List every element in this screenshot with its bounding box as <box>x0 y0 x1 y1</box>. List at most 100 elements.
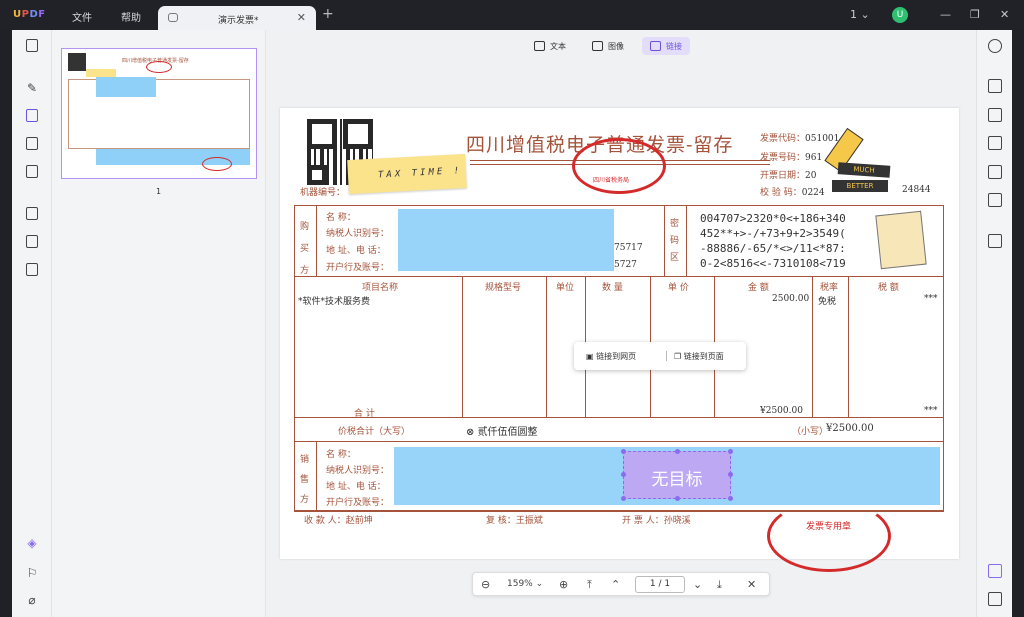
sticker[interactable]: MUCH BETTER <box>824 127 891 198</box>
app-window: ✎ ◈ ⚐ ⌀ 四川增值税电子普通发票-留存 1 文本 图像 链接 四川增值税电… <box>12 30 1012 617</box>
total-label: 合 计 <box>354 409 375 419</box>
menu-help[interactable]: 帮助 <box>121 9 141 24</box>
check-value-b: 24844 <box>902 185 931 195</box>
form-icon[interactable] <box>24 136 40 152</box>
title-bar: UPDF 文件 帮助 演示发票* ✕ + 1 ⌄ U — ❐ ✕ <box>0 0 1024 30</box>
email-icon[interactable] <box>988 193 1002 207</box>
redact-icon[interactable] <box>24 262 40 278</box>
seller-bank-label: 开户行及账号： <box>326 498 390 508</box>
protect-icon[interactable] <box>988 136 1002 150</box>
tax-stamp: 四川省税务局 <box>572 138 666 194</box>
convert-icon[interactable] <box>988 108 1002 122</box>
close-window-icon[interactable]: ✕ <box>1000 8 1009 21</box>
resize-handle[interactable] <box>675 449 680 454</box>
thumb-stamp <box>146 61 172 73</box>
fill-sign-icon[interactable] <box>24 164 40 180</box>
resize-handle[interactable] <box>621 472 626 477</box>
number-value: 961 <box>805 153 823 163</box>
share-icon[interactable] <box>988 165 1002 179</box>
buyer-taxid-label: 纳税人识别号： <box>326 229 390 239</box>
close-tab-icon[interactable]: ✕ <box>297 11 306 24</box>
save-icon[interactable] <box>988 234 1002 248</box>
zoom-in-icon[interactable]: ⊕ <box>559 578 568 591</box>
ai-assistant-icon[interactable] <box>988 564 1002 578</box>
col-line <box>664 205 665 277</box>
reader-icon[interactable] <box>24 38 40 54</box>
seal-text: 发票专用章 <box>806 522 852 532</box>
page-input[interactable]: 1 / 1 <box>635 576 685 593</box>
seller-address-label: 地 址、电 话： <box>326 482 386 492</box>
number-label: 发票号码： <box>760 153 806 163</box>
header-unit: 单位 <box>556 283 575 293</box>
cipher-line: 0-2<8516<<-7310108<719 <box>700 257 846 270</box>
row-line <box>294 276 944 277</box>
zoom-out-icon[interactable]: ⊖ <box>481 578 490 591</box>
bookmark-icon[interactable]: ⚐ <box>24 565 40 581</box>
resize-handle[interactable] <box>728 449 733 454</box>
col-line <box>848 276 849 417</box>
menu-file[interactable]: 文件 <box>72 9 92 24</box>
buyer-bank-label: 开户行及账号： <box>326 263 390 273</box>
avatar[interactable]: U <box>892 7 908 23</box>
page-thumbnail[interactable]: 四川增值税电子普通发票-留存 <box>61 48 257 179</box>
thumb-qr <box>68 53 86 71</box>
minimize-icon[interactable]: — <box>940 8 951 21</box>
pdf-page: 四川增值税电子普通发票-留存 四川省税务局 TAX TIME ! 发票代码：05… <box>280 108 959 572</box>
attachment-icon[interactable]: ⌀ <box>24 592 40 608</box>
comment-icon[interactable]: ✎ <box>24 80 40 96</box>
payee: 收 款 人：赵前坤 <box>304 516 373 526</box>
edit-icon[interactable] <box>24 108 40 124</box>
summary-label: 价税合计（大写） <box>338 427 411 437</box>
zoom-level[interactable]: 159% ⌄ <box>507 579 543 589</box>
item-tax-amount: *** <box>924 294 938 304</box>
thumb-redact-buyer <box>96 77 156 97</box>
resize-handle[interactable] <box>728 496 733 501</box>
link-tool-button[interactable]: 链接 <box>642 37 690 55</box>
tab-title: 演示发票* <box>218 16 259 26</box>
document-tab[interactable]: 演示发票* ✕ <box>158 6 316 30</box>
ocr-icon[interactable] <box>988 79 1002 93</box>
thumb-seal <box>202 157 232 171</box>
prev-page-icon[interactable]: ⌃ <box>611 578 620 591</box>
col-line <box>316 441 317 511</box>
cipher-line: -88886/-65/*<>/11<*87: <box>700 242 846 255</box>
seller-name-label: 名 称： <box>326 450 356 460</box>
first-page-icon[interactable]: ⤒ <box>587 578 592 592</box>
image-icon <box>592 41 603 51</box>
link-icon <box>650 41 661 51</box>
link-to-page-button[interactable]: ❐ 链接到页面 <box>674 351 724 362</box>
image-tool-button[interactable]: 图像 <box>584 37 632 55</box>
sticker-much: MUCH <box>837 162 891 178</box>
thumbnail-page-number: 1 <box>156 187 162 196</box>
layers-icon[interactable]: ◈ <box>24 535 40 551</box>
item-name: *软件*技术服务费 <box>298 297 371 307</box>
last-page-icon[interactable]: ⤓ <box>717 578 722 592</box>
row-line <box>294 417 944 418</box>
resize-handle[interactable] <box>621 496 626 501</box>
organize-icon[interactable] <box>24 206 40 222</box>
item-tax-rate: 免税 <box>818 297 837 307</box>
total-tax: *** <box>924 406 938 416</box>
crop-icon[interactable] <box>24 234 40 250</box>
buyer-section-label: 购买方 <box>300 222 310 276</box>
new-tab-button[interactable]: + <box>322 6 334 22</box>
sticky-note[interactable]: TAX TIME ! <box>347 153 467 195</box>
sticker-better: BETTER <box>832 180 888 192</box>
resize-handle[interactable] <box>675 496 680 501</box>
next-page-icon[interactable]: ⌄ <box>693 578 702 591</box>
zoom-bar: ⊖ 159% ⌄ ⊕ ⤒ ⌃ 1 / 1 ⌄ ⤓ ✕ <box>472 572 770 596</box>
page-count-dropdown[interactable]: 1 ⌄ <box>850 8 870 21</box>
search-icon[interactable] <box>988 39 1002 53</box>
close-zoom-bar-icon[interactable]: ✕ <box>747 578 756 591</box>
restore-icon[interactable]: ❐ <box>970 8 980 21</box>
resize-handle[interactable] <box>621 449 626 454</box>
invoice-seal: 发票专用章 <box>767 500 891 572</box>
buyer-redaction[interactable] <box>398 209 614 271</box>
resize-handle[interactable] <box>728 472 733 477</box>
comment-list-icon[interactable] <box>988 592 1002 606</box>
text-tool-button[interactable]: 文本 <box>526 37 574 55</box>
code-label: 发票代码： <box>760 134 806 144</box>
link-box[interactable]: 无目标 <box>621 449 733 501</box>
link-to-web-button[interactable]: ▣ 链接到网页 <box>586 351 636 362</box>
issuer: 开 票 人：孙晓溪 <box>622 516 691 526</box>
